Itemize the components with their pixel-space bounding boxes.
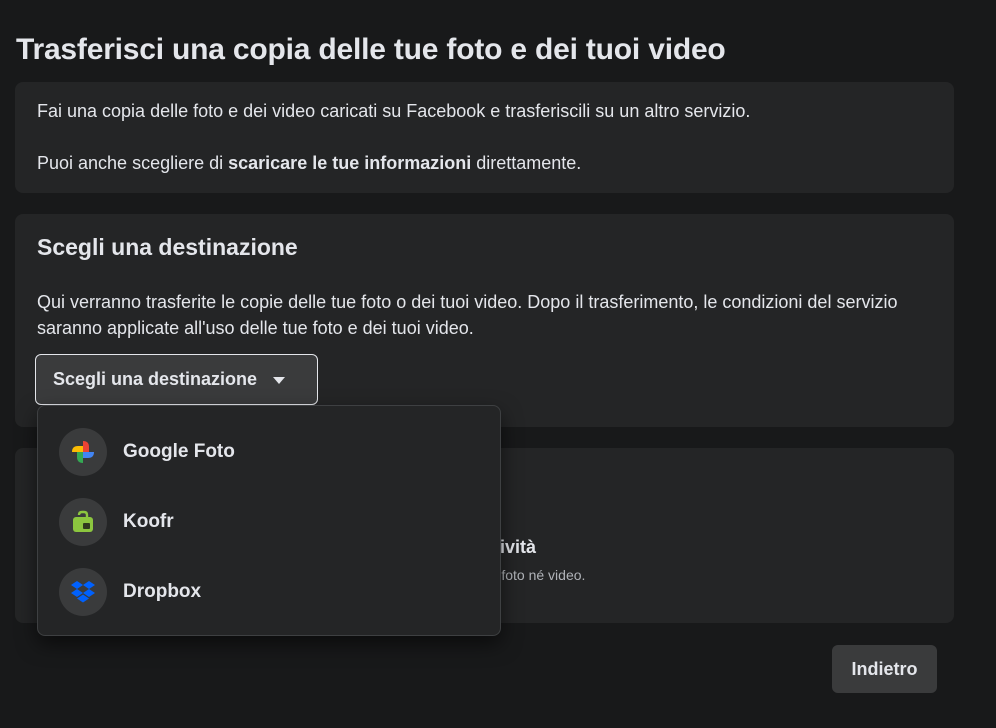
destination-description: Qui verranno trasferite le copie delle t… (37, 292, 898, 338)
back-button[interactable]: Indietro (832, 645, 937, 693)
page-title: Trasferisci una copia delle tue foto e d… (16, 33, 726, 66)
koofr-icon (59, 498, 107, 546)
destination-option-koofr[interactable]: Koofr (46, 490, 492, 554)
destination-title: Scegli una destinazione (37, 234, 298, 260)
page: Trasferisci una copia delle tue foto e d… (0, 0, 996, 728)
destination-option-dropbox[interactable]: Dropbox (46, 560, 492, 624)
intro-text: Fai una copia delle foto e dei video car… (37, 101, 751, 121)
intro-download-line: Puoi anche scegliere di scaricare le tue… (37, 153, 581, 174)
destination-select-label: Scegli una destinazione (53, 369, 258, 389)
google-photos-label: Google Foto (123, 441, 235, 462)
destination-dropdown-menu: Google Foto Koofr Dropbox (37, 405, 501, 636)
destination-card: Scegli una destinazione Qui verranno tra… (15, 214, 954, 427)
download-info-link[interactable]: scaricare le tue informazioni (228, 153, 471, 173)
dropbox-label: Dropbox (123, 581, 202, 602)
dropbox-icon (59, 568, 107, 616)
intro-download-prefix: Puoi anche scegliere di (37, 153, 229, 173)
google-photos-icon (59, 428, 107, 476)
destination-select[interactable]: Scegli una destinazione (35, 354, 318, 405)
koofr-label: Koofr (123, 511, 174, 532)
intro-download-suffix: direttamente. (471, 153, 582, 173)
destination-option-google-photos[interactable]: Google Foto (46, 420, 492, 484)
intro-card: Fai una copia delle foto e dei video car… (15, 82, 954, 193)
caret-down-icon (273, 377, 286, 384)
